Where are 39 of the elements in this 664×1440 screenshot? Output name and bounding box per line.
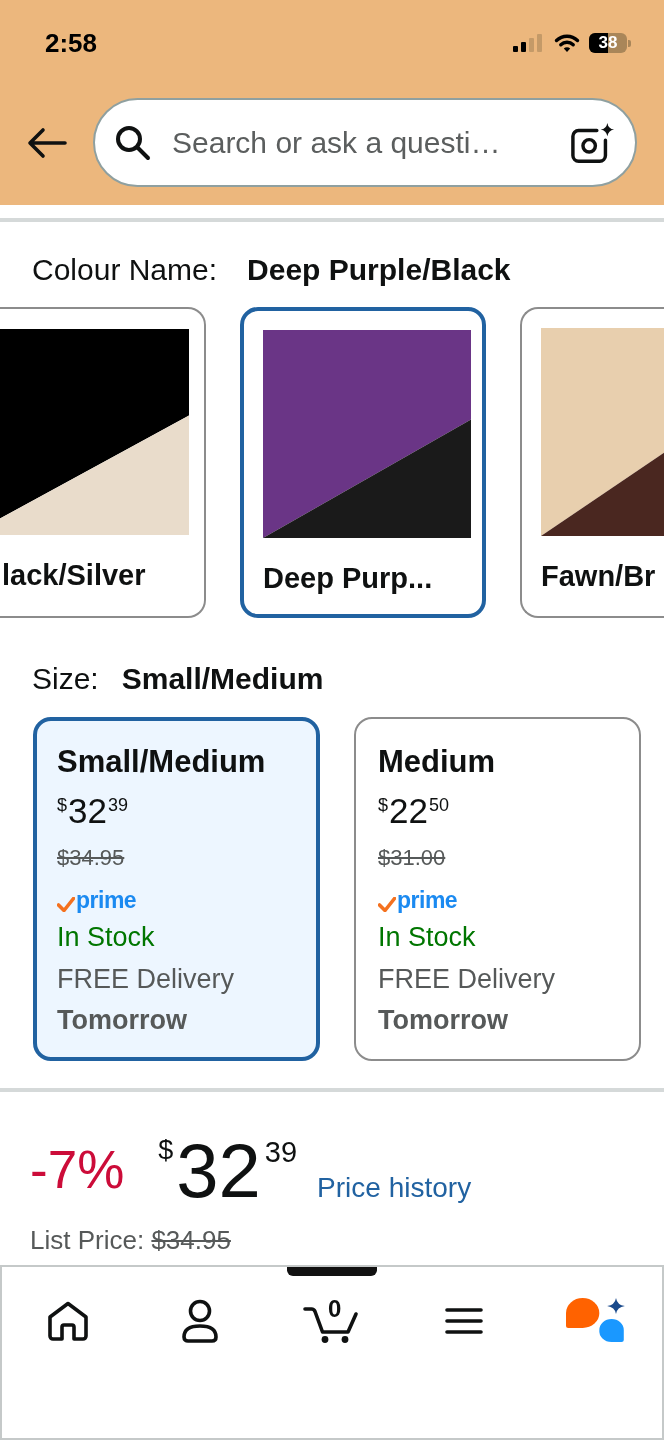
size-name: Small/Medium (57, 744, 266, 780)
search-input[interactable]: Search or ask a questi… (172, 120, 563, 165)
selected-size-value: Small/Medium (121, 661, 324, 697)
list-price: $34.95 (57, 845, 125, 871)
back-arrow-icon[interactable] (27, 126, 67, 159)
list-price: List Price: $34.95 (30, 1225, 231, 1255)
status-time: 2:58 (45, 28, 98, 58)
search-field[interactable]: Search or ask a questi… (93, 98, 637, 187)
delivery-text: FREE Delivery (378, 963, 556, 996)
home-icon[interactable] (47, 1301, 89, 1341)
colour-option[interactable]: lack/Silver (0, 307, 206, 618)
prime-logo-text: prime (76, 888, 137, 912)
chat-bubbles-icon[interactable] (566, 1298, 626, 1344)
colour-option[interactable]: Fawn/Br (520, 307, 664, 618)
drag-handle[interactable] (287, 1267, 377, 1276)
list-price: $31.00 (378, 845, 446, 871)
size-name: Medium (378, 744, 496, 780)
size-label: Size: (32, 661, 99, 697)
colour-option[interactable]: Deep Purp... (240, 307, 486, 618)
colour-label: Colour Name: (32, 252, 218, 288)
discount-percent: -7% (30, 1143, 125, 1196)
stock-status: In Stock (57, 921, 155, 954)
selected-colour-value: Deep Purple/Black (247, 252, 511, 288)
price-history-link[interactable]: Price history (317, 1174, 472, 1202)
person-icon[interactable] (181, 1299, 219, 1343)
check-icon (57, 897, 75, 912)
delivery-day: Tomorrow (57, 1003, 187, 1037)
stock-status: In Stock (378, 921, 476, 954)
signal-icon (513, 34, 543, 52)
cart-count: 0 (328, 1298, 342, 1320)
camera-icon[interactable] (571, 121, 615, 164)
search-icon (115, 124, 151, 161)
menu-icon[interactable] (445, 1307, 483, 1335)
delivery-text: FREE Delivery (57, 963, 235, 996)
check-icon (378, 897, 396, 912)
delivery-day: Tomorrow (378, 1003, 508, 1037)
battery-percentage: 38 (597, 33, 619, 53)
wifi-icon (554, 33, 580, 53)
prime-logo-text: prime (397, 888, 458, 912)
